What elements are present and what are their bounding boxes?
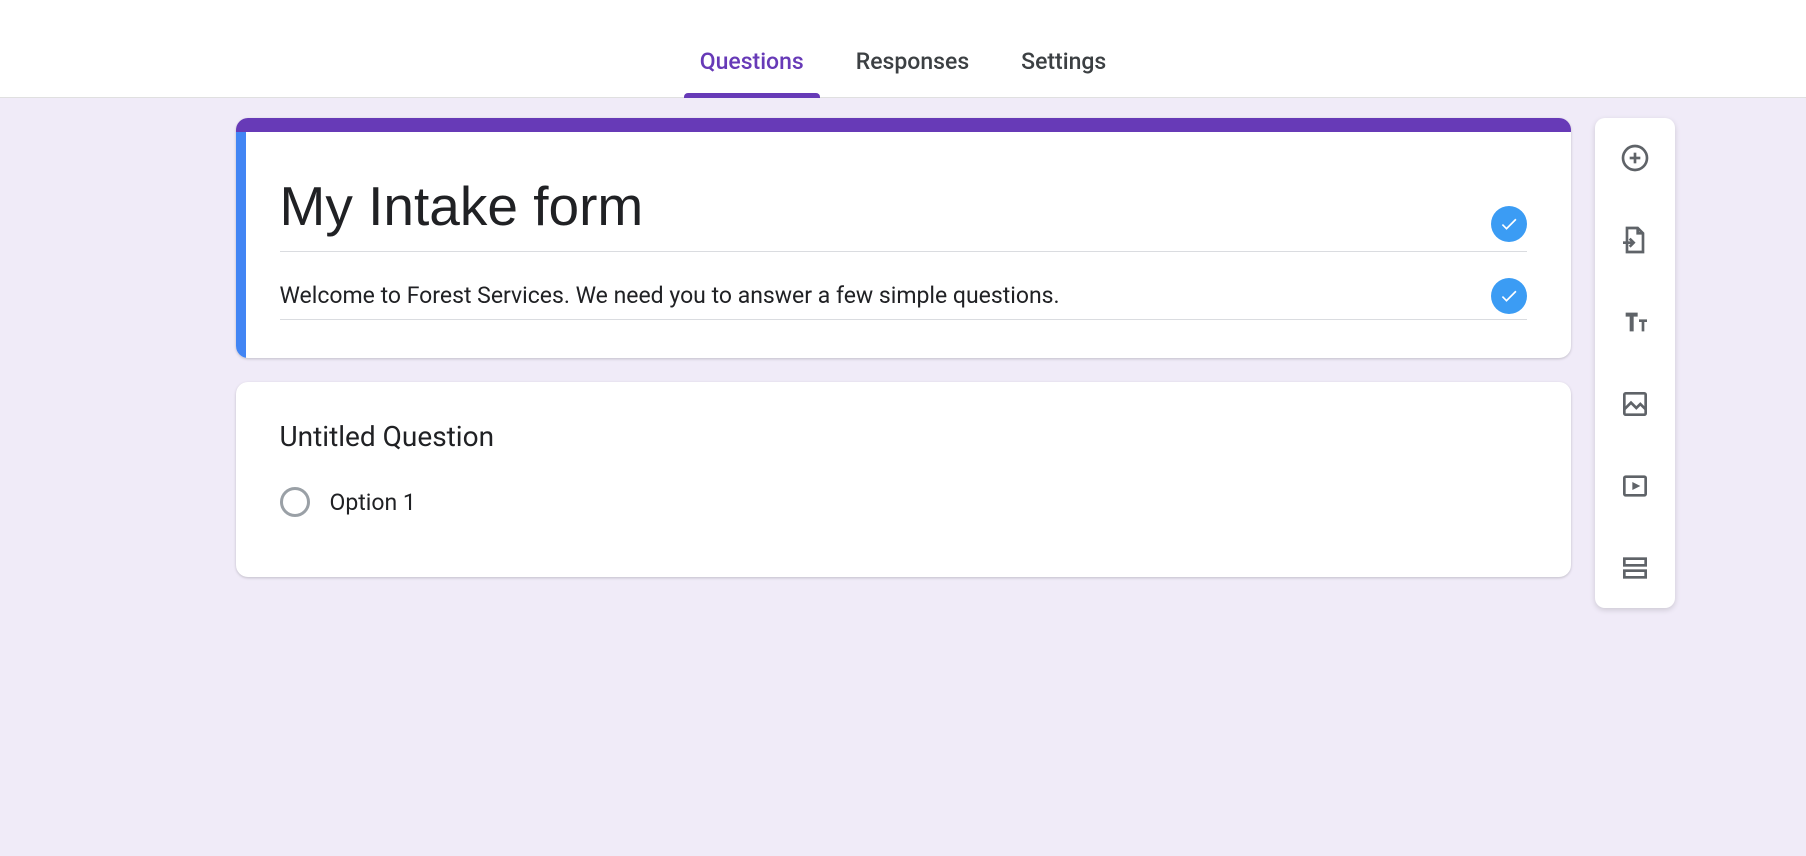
check-icon bbox=[1491, 278, 1527, 314]
option-label[interactable]: Option 1 bbox=[330, 489, 416, 516]
editor-canvas: Untitled Question Option 1 bbox=[0, 98, 1806, 856]
add-video-button[interactable] bbox=[1611, 462, 1659, 510]
form-desc-row bbox=[280, 252, 1527, 320]
tab-responses[interactable]: Responses bbox=[850, 30, 975, 97]
image-icon bbox=[1619, 388, 1651, 420]
side-toolbar bbox=[1595, 118, 1675, 608]
form-header-card[interactable] bbox=[236, 118, 1571, 358]
add-image-button[interactable] bbox=[1611, 380, 1659, 428]
import-file-icon bbox=[1619, 224, 1651, 256]
question-card[interactable]: Untitled Question Option 1 bbox=[236, 382, 1571, 577]
check-icon bbox=[1491, 206, 1527, 242]
form-title-row bbox=[280, 173, 1527, 252]
import-questions-button[interactable] bbox=[1611, 216, 1659, 264]
form-wrap: Untitled Question Option 1 bbox=[236, 118, 1571, 577]
header-accent-bar bbox=[236, 118, 1571, 132]
tab-questions[interactable]: Questions bbox=[694, 30, 810, 97]
question-option-row[interactable]: Option 1 bbox=[280, 487, 1527, 517]
add-title-button[interactable] bbox=[1611, 298, 1659, 346]
tab-settings[interactable]: Settings bbox=[1015, 30, 1112, 97]
form-title-input[interactable] bbox=[280, 173, 1527, 252]
form-description-input[interactable] bbox=[280, 270, 1527, 320]
plus-circle-icon bbox=[1619, 142, 1651, 174]
video-icon bbox=[1619, 470, 1651, 502]
add-section-button[interactable] bbox=[1611, 544, 1659, 592]
radio-icon bbox=[280, 487, 310, 517]
tabs-bar: Questions Responses Settings bbox=[0, 0, 1806, 98]
section-icon bbox=[1619, 552, 1651, 584]
header-selection-bar bbox=[236, 132, 246, 358]
title-text-icon bbox=[1619, 306, 1651, 338]
add-question-button[interactable] bbox=[1611, 134, 1659, 182]
question-title[interactable]: Untitled Question bbox=[280, 420, 1527, 453]
